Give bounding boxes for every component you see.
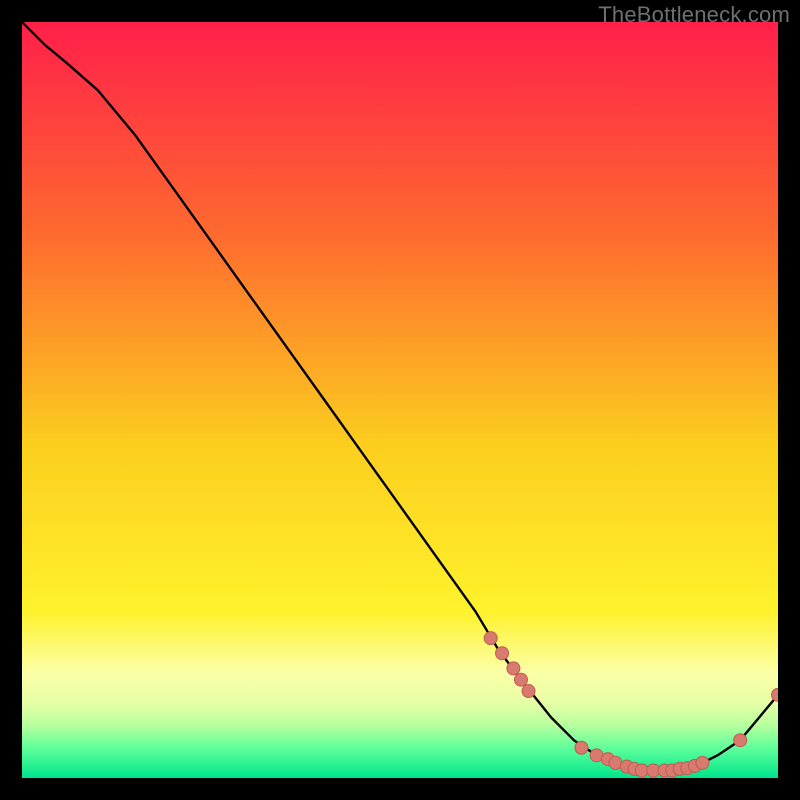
chart-plot-area	[22, 22, 778, 778]
marker-point	[484, 632, 497, 645]
marker-point	[514, 673, 527, 686]
marker-point	[575, 741, 588, 754]
marker-point	[734, 734, 747, 747]
marker-point	[496, 647, 509, 660]
marker-point	[522, 685, 535, 698]
marker-point	[696, 756, 709, 769]
watermark-label: TheBottleneck.com	[598, 2, 790, 28]
marker-point	[507, 662, 520, 675]
chart-stage: TheBottleneck.com	[0, 0, 800, 800]
chart-svg	[22, 22, 778, 778]
